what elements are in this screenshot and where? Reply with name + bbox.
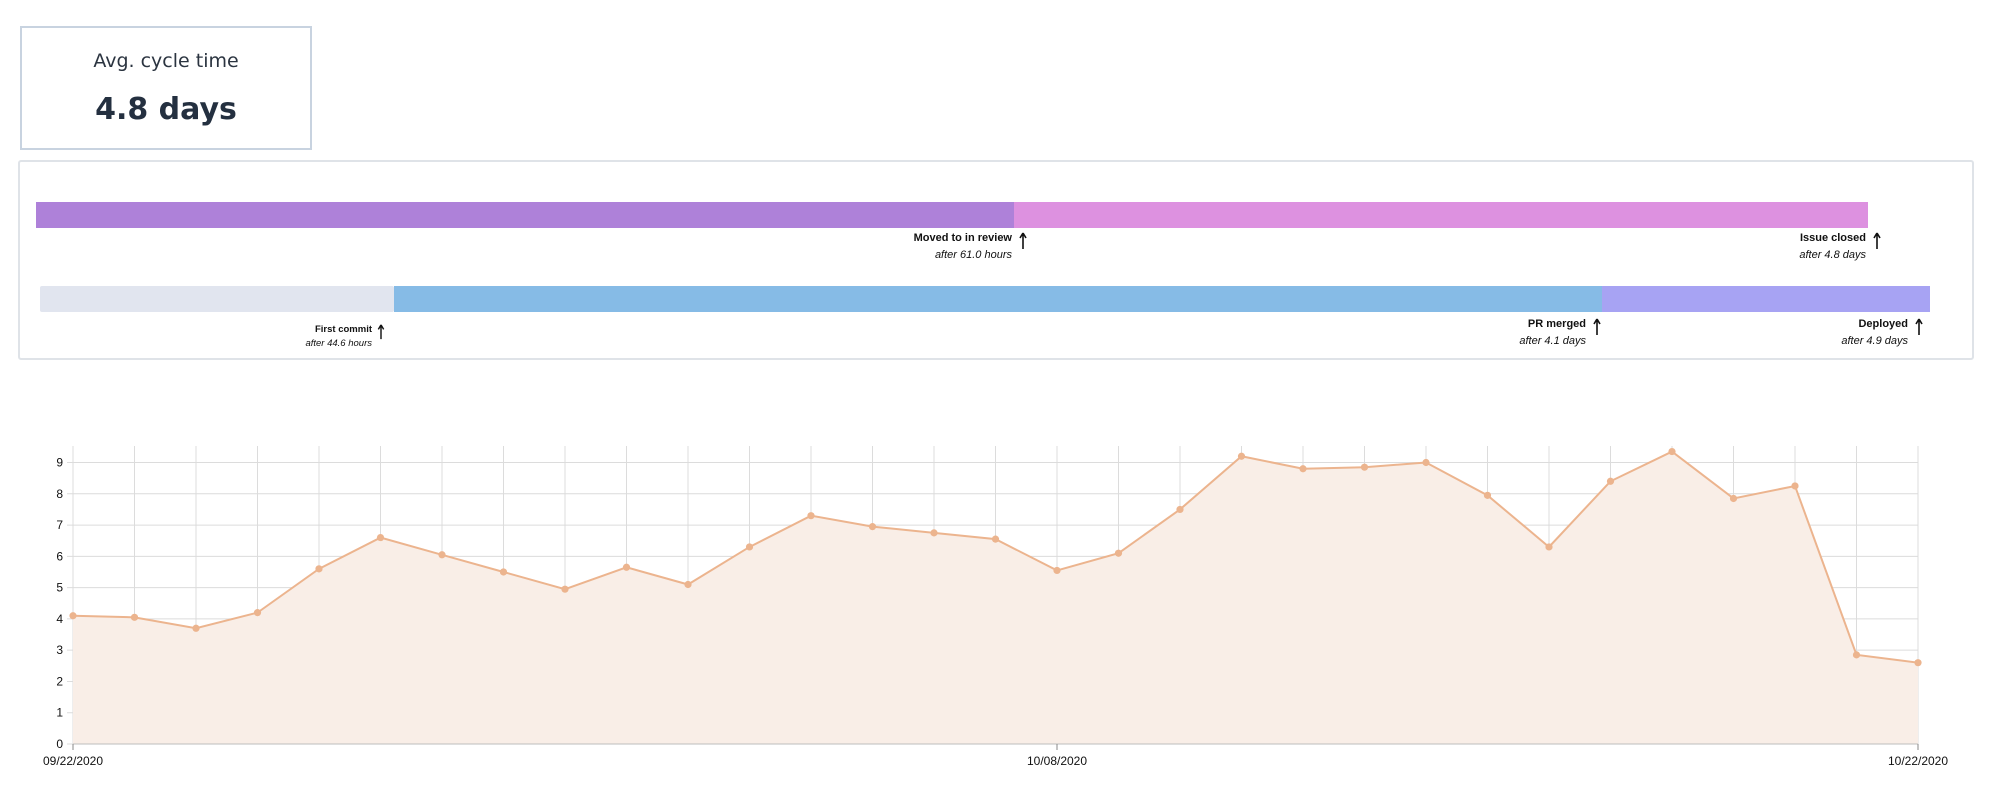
marker-first-commit: First commit after 44.6 hours (305, 324, 385, 349)
issue-segment-in-review (1014, 202, 1868, 228)
cycle-time-area-chart: 0 1 2 3 4 5 6 7 8 9 09/22/2020 10/08/2020 10/22/2020 (43, 446, 1948, 768)
data-point (1483, 491, 1492, 499)
marker-deployed: Deployed after 4.9 days (1841, 318, 1923, 347)
y-tick-label: 3 (56, 643, 63, 657)
data-point (1237, 452, 1246, 460)
data-point (1791, 482, 1799, 490)
data-point (1668, 447, 1676, 456)
data-point (1176, 505, 1184, 514)
data-point (1299, 465, 1307, 473)
up-arrow-icon (1593, 318, 1601, 335)
data-point (69, 612, 77, 620)
avg-cycle-time-card: Avg. cycle time 4.8 days (20, 26, 312, 150)
x-tick-label: 10/08/2020 (1027, 754, 1087, 768)
data-point (807, 512, 815, 520)
data-point (438, 551, 446, 559)
cycle-timeline-panel: Moved to in review after 61.0 hours Issu… (18, 160, 1974, 360)
y-tick-label: 1 (56, 706, 63, 720)
y-tick-label: 4 (56, 612, 63, 626)
data-point (561, 585, 569, 593)
pr-segment-deploy (1602, 286, 1930, 312)
data-point (622, 563, 631, 571)
marker-label: Deployed (1858, 318, 1908, 330)
avg-cycle-time-label: Avg. cycle time (93, 50, 239, 72)
up-arrow-icon (1019, 232, 1027, 249)
data-point (1422, 458, 1430, 467)
data-point (1053, 566, 1061, 575)
y-tick-label: 0 (56, 737, 63, 751)
data-point (745, 543, 754, 551)
y-tick-label: 9 (56, 456, 63, 470)
marker-label: Issue closed (1799, 232, 1866, 244)
marker-pr-merged: PR merged after 4.1 days (1519, 318, 1601, 347)
marker-time: after 4.9 days (1841, 335, 1908, 347)
y-tick-label: 5 (56, 581, 63, 595)
x-tick-label: 09/22/2020 (43, 754, 103, 768)
y-tick-label: 8 (56, 487, 63, 501)
up-arrow-icon (1873, 232, 1881, 249)
marker-time: after 61.0 hours (934, 249, 1012, 261)
marker-label: PR merged (1527, 318, 1586, 330)
data-point (315, 565, 323, 573)
pr-segment-in-progress (394, 286, 1602, 312)
data-point (130, 613, 139, 621)
data-point (1114, 549, 1123, 557)
up-arrow-icon (377, 324, 385, 340)
pr-segment-pre-commit (40, 286, 394, 312)
data-point (499, 568, 508, 576)
data-point (1914, 659, 1922, 667)
issue-segment-in-progress (36, 202, 1014, 228)
marker-moved-to-in-review: Moved to in review after 61.0 hours (913, 232, 1027, 261)
marker-time: after 4.1 days (1519, 335, 1586, 347)
data-point (868, 523, 877, 531)
data-point (1852, 651, 1861, 659)
data-point (1545, 543, 1553, 551)
avg-cycle-time-value: 4.8 days (95, 92, 237, 127)
x-tick-label: 10/22/2020 (1888, 754, 1948, 768)
data-point (253, 609, 262, 617)
data-point (991, 535, 1000, 543)
data-point (376, 533, 385, 542)
data-point (192, 624, 200, 632)
marker-label: First commit (314, 324, 372, 335)
data-point (930, 529, 938, 537)
data-point (1606, 477, 1615, 485)
y-tick-label: 7 (56, 518, 63, 532)
marker-issue-closed: Issue closed after 4.8 days (1799, 232, 1881, 261)
data-point (1729, 494, 1738, 503)
marker-label: Moved to in review (913, 232, 1012, 244)
marker-time: after 44.6 hours (305, 338, 372, 349)
up-arrow-icon (1915, 318, 1923, 335)
y-tick-label: 2 (56, 674, 63, 688)
marker-time: after 4.8 days (1799, 249, 1866, 261)
data-point (1360, 463, 1369, 471)
data-point (684, 580, 692, 589)
y-tick-label: 6 (56, 549, 63, 563)
